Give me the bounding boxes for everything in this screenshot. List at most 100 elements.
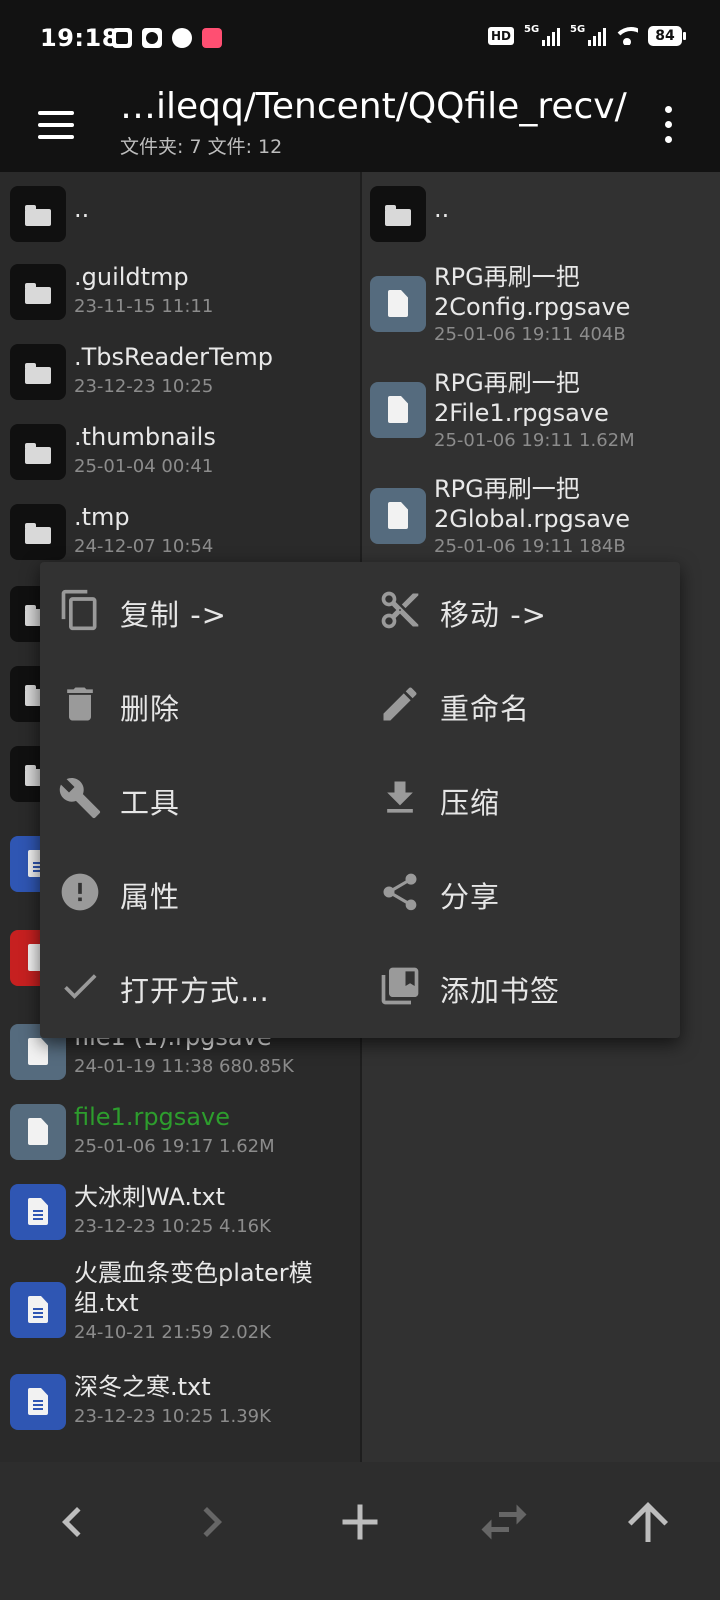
list-item[interactable]: 大冰刺WA.txt 23-12-23 10:25 4.16K bbox=[0, 1176, 360, 1256]
forward-icon[interactable] bbox=[182, 1492, 242, 1552]
wifi-icon bbox=[616, 27, 638, 45]
camera-app-icon bbox=[142, 28, 162, 48]
text-file-icon bbox=[10, 1282, 66, 1338]
item-meta: 24-12-07 10:54 bbox=[74, 536, 214, 557]
list-item[interactable]: RPG再刷一把2File1.rpgsave 25-01-06 19:11 1.6… bbox=[362, 364, 720, 470]
item-name: RPG再刷一把2Global.rpgsave bbox=[434, 475, 630, 533]
item-name: .thumbnails bbox=[74, 423, 216, 451]
download-icon bbox=[387, 781, 413, 813]
system-status-icons: HD 5G 5G 84 bbox=[487, 24, 686, 46]
list-item[interactable]: .thumbnails 25-01-04 00:41 bbox=[0, 418, 360, 496]
folder-icon bbox=[10, 264, 66, 320]
status-bar: 19:18 HD 5G 5G 84 bbox=[0, 0, 720, 80]
item-name: RPG再刷一把2Config.rpgsave bbox=[434, 263, 631, 321]
wrench-icon bbox=[59, 778, 101, 819]
list-item[interactable]: .guildtmp 23-11-15 11:11 bbox=[0, 258, 360, 336]
more-vert-icon[interactable] bbox=[656, 102, 680, 148]
item-name: 深冬之寒.txt bbox=[74, 1373, 211, 1401]
list-item[interactable]: file1.rpgsave 25-01-06 19:17 1.62M bbox=[0, 1096, 360, 1176]
item-meta: 23-11-15 11:11 bbox=[74, 296, 214, 317]
list-item[interactable]: .TbsReaderTemp 23-12-23 10:25 bbox=[0, 338, 360, 416]
plus-icon[interactable] bbox=[330, 1492, 390, 1552]
signal-icon-2: 5G bbox=[570, 24, 606, 46]
folder-icon bbox=[10, 504, 66, 560]
item-meta: 25-01-04 00:41 bbox=[74, 456, 214, 477]
menu-icon[interactable] bbox=[32, 102, 78, 148]
share-icon bbox=[383, 873, 417, 911]
app-bar: …ileqq/Tencent/QQfile_recv/ 文件夹: 7 文件: 1… bbox=[0, 80, 720, 172]
file-icon bbox=[370, 276, 426, 332]
list-item[interactable]: .. bbox=[362, 180, 720, 252]
item-name: file1.rpgsave bbox=[74, 1103, 230, 1131]
delete-label: 删除 bbox=[120, 692, 181, 726]
pencil-icon bbox=[383, 687, 417, 721]
file-icon bbox=[10, 1104, 66, 1160]
item-meta: 24-10-21 21:59 2.02K bbox=[74, 1322, 271, 1343]
list-item[interactable]: RPG再刷一把2Global.rpgsave 25-01-06 19:11 18… bbox=[362, 470, 720, 576]
signal-icon: 5G bbox=[524, 24, 560, 46]
open-with-menu-item[interactable]: 打开方式… bbox=[40, 938, 360, 1034]
copy-label: 复制 -> bbox=[120, 598, 227, 632]
item-meta: 25-01-06 19:11 184B bbox=[434, 536, 626, 557]
tools-menu-item[interactable]: 工具 bbox=[40, 750, 360, 846]
item-name: 大冰刺WA.txt bbox=[74, 1183, 226, 1211]
bookmarks-icon bbox=[381, 967, 419, 1005]
properties-menu-item[interactable]: 属性 bbox=[40, 844, 360, 940]
file-icon bbox=[370, 382, 426, 438]
status-time: 19:18 bbox=[40, 24, 119, 52]
list-item[interactable]: RPG再刷一把2Config.rpgsave 25-01-06 19:11 40… bbox=[362, 258, 720, 364]
open-with-label: 打开方式… bbox=[120, 974, 271, 1008]
item-meta: 23-12-23 10:25 1.39K bbox=[74, 1406, 271, 1427]
folder-file-count: 文件夹: 7 文件: 12 bbox=[120, 136, 283, 158]
up-icon[interactable] bbox=[618, 1492, 678, 1552]
file-context-menu: 复制 -> 移动 -> 删除 重命名 工具 压缩 属性 分享 打开方式… 添加书… bbox=[40, 562, 680, 1038]
folder-icon bbox=[10, 344, 66, 400]
tools-label: 工具 bbox=[120, 786, 181, 820]
notification-icons bbox=[112, 28, 222, 48]
add-bookmark-label: 添加书签 bbox=[440, 974, 561, 1008]
share-menu-item[interactable]: 分享 bbox=[360, 844, 680, 940]
item-name: .. bbox=[434, 195, 450, 223]
swap-icon[interactable] bbox=[474, 1492, 534, 1552]
list-item[interactable]: .. bbox=[0, 180, 360, 252]
add-bookmark-menu-item[interactable]: 添加书签 bbox=[360, 938, 680, 1034]
compress-menu-item[interactable]: 压缩 bbox=[360, 750, 680, 846]
rename-menu-item[interactable]: 重命名 bbox=[360, 656, 680, 752]
file-icon bbox=[370, 488, 426, 544]
scissors-icon bbox=[381, 591, 419, 629]
item-name: .tmp bbox=[74, 503, 130, 531]
text-file-icon bbox=[10, 1374, 66, 1430]
item-name: .TbsReaderTemp bbox=[74, 343, 273, 371]
delete-menu-item[interactable]: 删除 bbox=[40, 656, 360, 752]
alert-icon bbox=[61, 873, 99, 911]
back-icon[interactable] bbox=[42, 1492, 102, 1552]
item-name: RPG再刷一把2File1.rpgsave bbox=[434, 369, 609, 427]
folder-icon bbox=[370, 186, 426, 242]
shopping-app-icon bbox=[202, 28, 222, 48]
trash-icon bbox=[67, 687, 93, 721]
move-label: 移动 -> bbox=[440, 598, 547, 632]
bottom-toolbar bbox=[0, 1462, 720, 1600]
list-item[interactable]: 火震血条变色plater模组.txt 24-10-21 21:59 2.02K bbox=[0, 1256, 360, 1364]
battery-indicator: 84 bbox=[648, 26, 686, 46]
folder-icon bbox=[10, 186, 66, 242]
item-meta: 24-01-19 11:38 680.85K bbox=[74, 1056, 294, 1077]
item-name: .guildtmp bbox=[74, 263, 189, 291]
list-item[interactable]: 深冬之寒.txt 23-12-23 10:25 1.39K bbox=[0, 1364, 360, 1444]
item-name: 火震血条变色plater模组.txt bbox=[74, 1259, 313, 1317]
item-meta: 25-01-06 19:17 1.62M bbox=[74, 1136, 275, 1157]
check-icon bbox=[64, 974, 97, 999]
item-meta: 25-01-06 19:11 1.62M bbox=[434, 430, 635, 451]
video-app-icon bbox=[112, 28, 132, 48]
move-menu-item[interactable]: 移动 -> bbox=[360, 562, 680, 658]
copy-icon bbox=[61, 589, 97, 631]
compress-label: 压缩 bbox=[440, 786, 501, 820]
hd-voice-icon: HD bbox=[487, 27, 514, 45]
message-icon bbox=[172, 28, 192, 48]
folder-icon bbox=[10, 424, 66, 480]
item-name: .. bbox=[74, 195, 90, 223]
copy-menu-item[interactable]: 复制 -> bbox=[40, 562, 360, 658]
text-file-icon bbox=[10, 1184, 66, 1240]
item-meta: 25-01-06 19:11 404B bbox=[434, 324, 626, 345]
item-meta: 23-12-23 10:25 4.16K bbox=[74, 1216, 271, 1237]
